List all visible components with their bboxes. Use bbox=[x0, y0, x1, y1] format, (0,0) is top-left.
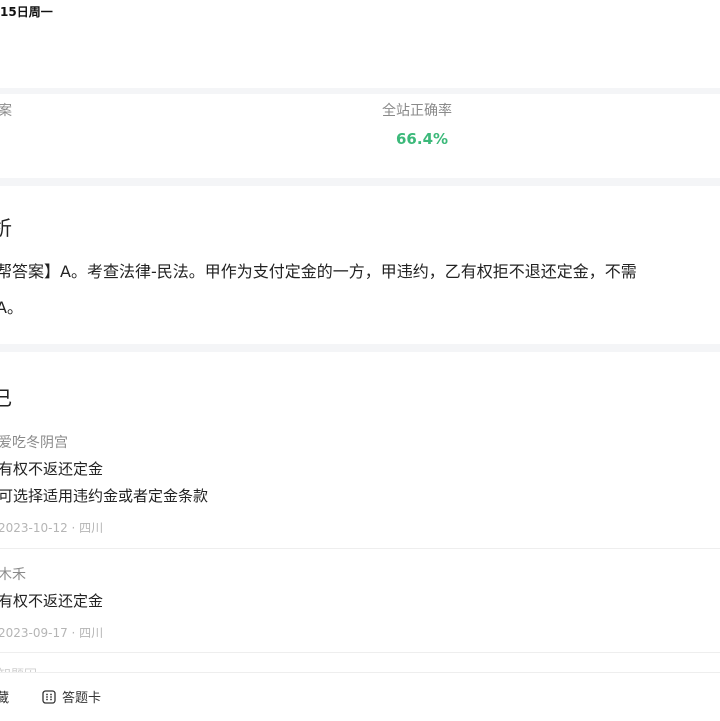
note-divider bbox=[0, 652, 720, 653]
collect-button[interactable]: 藏 bbox=[0, 687, 9, 706]
accuracy-value: 66.4% bbox=[396, 130, 449, 148]
notes-title: 己 bbox=[0, 386, 12, 410]
stats-card: 案 全站正确率 66.4% bbox=[0, 94, 720, 178]
note-text: 有权不返还定金 bbox=[0, 592, 104, 610]
note-meta: 2023-09-17 · 四川 bbox=[0, 626, 104, 640]
analysis-card: 析 帮答案】A。考查法律-民法。甲作为支付定金的一方，甲违约，乙有权拒不退还定金… bbox=[0, 186, 720, 344]
bottom-bar: 藏 答题卡 bbox=[0, 672, 720, 721]
status-time: 15日周一 bbox=[0, 5, 53, 19]
answer-stat-label: 案 bbox=[0, 103, 12, 119]
status-bar: 15日周一 bbox=[0, 0, 720, 88]
note-author: 木禾 bbox=[0, 567, 26, 583]
answer-card-button[interactable]: 答题卡 bbox=[42, 687, 101, 706]
answer-card-label: 答题卡 bbox=[62, 691, 102, 706]
answer-card-icon bbox=[42, 689, 56, 704]
note-author: 爱吃冬阴宫 bbox=[0, 435, 68, 451]
note-meta: 2023-10-12 · 四川 bbox=[0, 521, 104, 535]
analysis-title: 析 bbox=[0, 216, 12, 240]
analysis-text-line: 帮答案】A。考查法律-民法。甲作为支付定金的一方，甲违约，乙有权拒不退还定金，不… bbox=[0, 262, 637, 281]
analysis-text-line: A。 bbox=[0, 298, 23, 317]
note-text: 有权不返还定金 bbox=[0, 460, 104, 478]
note-divider bbox=[0, 548, 720, 549]
notes-card: 己 爱吃冬阴宫 有权不返还定金 可选择适用违约金或者定金条款 2023-10-1… bbox=[0, 352, 720, 720]
accuracy-label: 全站正确率 bbox=[382, 103, 452, 119]
note-text: 可选择适用违约金或者定金条款 bbox=[0, 487, 209, 505]
